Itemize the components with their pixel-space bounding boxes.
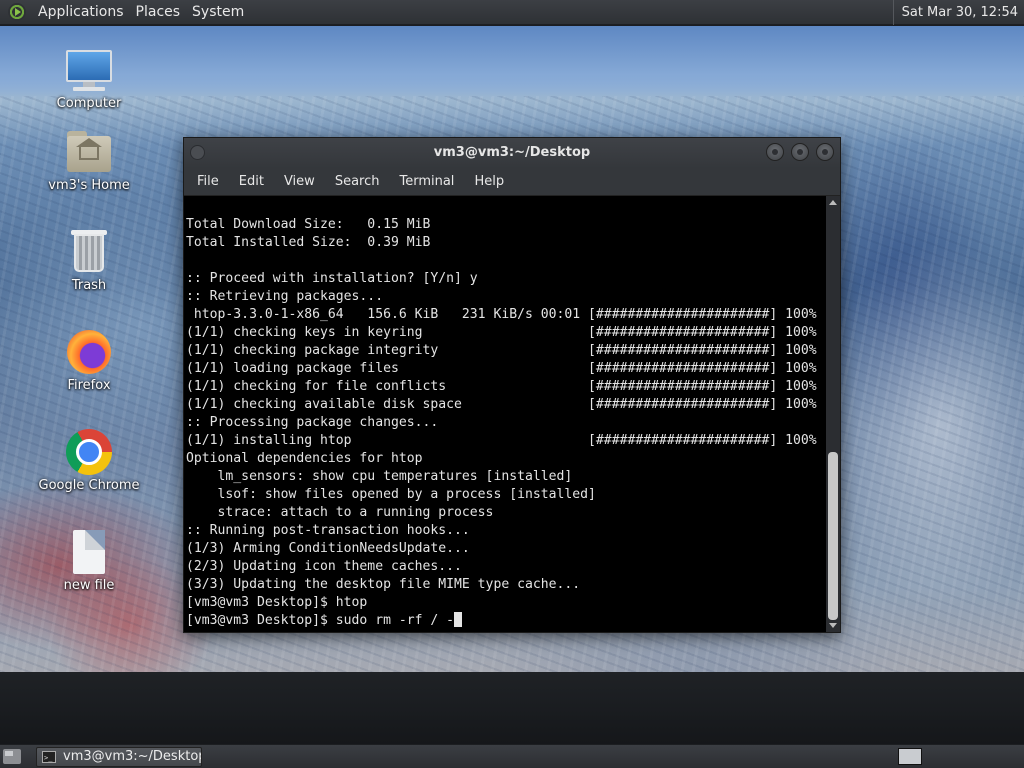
menu-file[interactable]: File xyxy=(187,168,229,196)
terminal-line-text: (1/1) loading package files [###########… xyxy=(186,361,817,376)
clock[interactable]: Sat Mar 30, 12:54 xyxy=(892,0,1018,25)
terminal-line: (3/3) Updating the desktop file MIME typ… xyxy=(186,576,826,594)
maximize-button[interactable] xyxy=(791,143,809,161)
terminal-line: [vm3@vm3 Desktop]$ htop xyxy=(186,594,826,612)
desktop-bottom-strip xyxy=(0,672,1024,744)
distro-logo-icon[interactable] xyxy=(8,3,26,21)
terminal-line-text: Optional dependencies for htop xyxy=(186,451,423,466)
terminal-line-text: (1/1) checking for file conflicts [#####… xyxy=(186,379,817,394)
close-button[interactable] xyxy=(816,143,834,161)
applications-menu[interactable]: Applications xyxy=(32,0,130,25)
desktop-icon-label: Trash xyxy=(71,278,107,293)
terminal-line-text: htop-3.3.0-1-x86_64 156.6 KiB 231 KiB/s … xyxy=(186,307,817,322)
home-folder-icon xyxy=(65,128,113,176)
desktop-icon-label: Firefox xyxy=(67,378,111,393)
terminal-line: htop-3.3.0-1-x86_64 156.6 KiB 231 KiB/s … xyxy=(186,306,826,324)
terminal-line: :: Proceed with installation? [Y/n] y xyxy=(186,270,826,288)
chrome-icon xyxy=(65,428,113,476)
places-menu[interactable]: Places xyxy=(130,0,187,25)
terminal-line-text: :: Running post-transaction hooks... xyxy=(186,523,470,538)
terminal-line: (1/1) checking available disk space [###… xyxy=(186,396,826,414)
terminal-line: (1/1) checking for file conflicts [#####… xyxy=(186,378,826,396)
terminal-line-text: (1/1) checking package integrity [######… xyxy=(186,343,817,358)
minimize-button[interactable] xyxy=(766,143,784,161)
terminal-line-text: Total Installed Size: 0.39 MiB xyxy=(186,235,431,250)
terminal-line-text: (1/3) Arming ConditionNeedsUpdate... xyxy=(186,541,470,556)
show-desktop-icon[interactable] xyxy=(3,749,21,764)
firefox-icon xyxy=(65,328,113,376)
terminal-line-text: [vm3@vm3 Desktop]$ htop xyxy=(186,595,368,610)
terminal-line: Total Installed Size: 0.39 MiB xyxy=(186,234,826,252)
window-titlebar[interactable]: vm3@vm3:~/Desktop xyxy=(184,138,840,168)
terminal-line: :: Running post-transaction hooks... xyxy=(186,522,826,540)
menu-terminal[interactable]: Terminal xyxy=(389,168,464,196)
desktop-icon-home[interactable]: vm3's Home xyxy=(34,128,144,193)
terminal-scrollbar[interactable] xyxy=(826,196,840,632)
window-menu-icon[interactable] xyxy=(190,145,205,160)
scroll-up-arrow-icon[interactable] xyxy=(829,200,837,205)
desktop-icon-label: new file xyxy=(63,578,115,593)
terminal-menubar: File Edit View Search Terminal Help xyxy=(184,168,840,196)
scroll-thumb[interactable] xyxy=(828,452,838,620)
terminal-line-text: (2/3) Updating icon theme caches... xyxy=(186,559,462,574)
taskbar-window-label: vm3@vm3:~/Desktop xyxy=(63,749,202,764)
terminal-line: (1/1) checking package integrity [######… xyxy=(186,342,826,360)
terminal-line-text: (1/1) installing htop [#################… xyxy=(186,433,817,448)
terminal-line: (1/1) loading package files [###########… xyxy=(186,360,826,378)
window-title: vm3@vm3:~/Desktop xyxy=(433,145,591,160)
file-icon xyxy=(65,528,113,576)
menu-help[interactable]: Help xyxy=(464,168,514,196)
terminal-line: (1/1) installing htop [#################… xyxy=(186,432,826,450)
terminal-line: lm_sensors: show cpu temperatures [insta… xyxy=(186,468,826,486)
terminal-line: strace: attach to a running process xyxy=(186,504,826,522)
terminal-line: (1/1) checking keys in keyring [########… xyxy=(186,324,826,342)
terminal-line: (1/3) Arming ConditionNeedsUpdate... xyxy=(186,540,826,558)
terminal-line: (2/3) Updating icon theme caches... xyxy=(186,558,826,576)
terminal-line: :: Retrieving packages... xyxy=(186,288,826,306)
system-menu[interactable]: System xyxy=(186,0,250,25)
taskbar-window-terminal[interactable]: vm3@vm3:~/Desktop xyxy=(36,747,202,767)
desktop-icon-label: Computer xyxy=(56,96,122,111)
desktop-icon-firefox[interactable]: Firefox xyxy=(34,328,144,393)
terminal-icon xyxy=(42,749,56,766)
desktop-icon-label: Google Chrome xyxy=(38,478,140,493)
computer-icon xyxy=(65,46,113,94)
text-cursor xyxy=(454,612,463,627)
menu-edit[interactable]: Edit xyxy=(229,168,274,196)
terminal-line-text: lsof: show files opened by a process [in… xyxy=(186,487,596,502)
menu-search[interactable]: Search xyxy=(325,168,390,196)
terminal-line: lsof: show files opened by a process [in… xyxy=(186,486,826,504)
terminal-line: Total Download Size: 0.15 MiB xyxy=(186,216,826,234)
terminal-line-text: :: Proceed with installation? [Y/n] y xyxy=(186,271,478,286)
scroll-down-arrow-icon[interactable] xyxy=(829,623,837,628)
desktop-icon-new-file[interactable]: new file xyxy=(34,528,144,593)
terminal-line-text: strace: attach to a running process xyxy=(186,505,494,520)
terminal-line: Optional dependencies for htop xyxy=(186,450,826,468)
terminal-line-text: Total Download Size: 0.15 MiB xyxy=(186,217,431,232)
workspace-switcher[interactable] xyxy=(898,748,922,765)
terminal-line-text: :: Processing package changes... xyxy=(186,415,439,430)
terminal-line-text: [vm3@vm3 Desktop]$ sudo rm -rf / - xyxy=(186,613,455,628)
trash-icon xyxy=(65,228,113,276)
terminal-line-text: (3/3) Updating the desktop file MIME typ… xyxy=(186,577,581,592)
terminal-window[interactable]: vm3@vm3:~/Desktop File Edit View Search … xyxy=(183,137,841,633)
desktop-icon-computer[interactable]: Computer xyxy=(34,46,144,111)
terminal-line: [vm3@vm3 Desktop]$ sudo rm -rf / - xyxy=(186,612,826,630)
terminal-line: :: Processing package changes... xyxy=(186,414,826,432)
terminal-output[interactable]: Total Download Size: 0.15 MiB Total Insta… xyxy=(184,196,826,632)
terminal-line-text: lm_sensors: show cpu temperatures [insta… xyxy=(186,469,573,484)
desktop-icon-trash[interactable]: Trash xyxy=(34,228,144,293)
bottom-taskbar: vm3@vm3:~/Desktop xyxy=(0,744,1024,768)
menu-view[interactable]: View xyxy=(274,168,325,196)
desktop-icon-label: vm3's Home xyxy=(48,178,130,193)
terminal-line-text: (1/1) checking available disk space [###… xyxy=(186,397,817,412)
top-panel: Applications Places System Sat Mar 30, 1… xyxy=(0,0,1024,25)
terminal-line-text: (1/1) checking keys in keyring [########… xyxy=(186,325,817,340)
terminal-line-text: :: Retrieving packages... xyxy=(186,289,384,304)
desktop-icon-chrome[interactable]: Google Chrome xyxy=(34,428,144,493)
